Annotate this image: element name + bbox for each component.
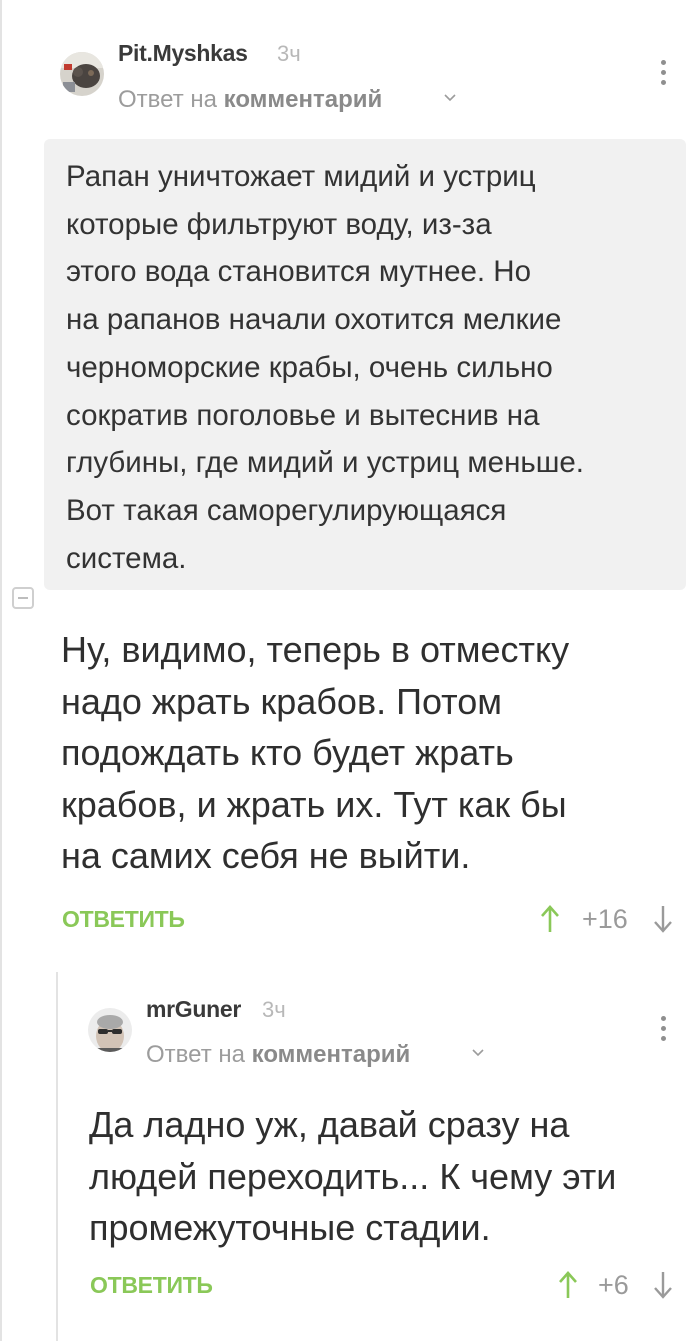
more-vertical-icon[interactable]	[658, 1014, 668, 1044]
comment-line: надо жрать крабов. Потом	[61, 680, 503, 722]
quote-line: система.	[66, 541, 187, 575]
avatar[interactable]	[60, 52, 104, 96]
comment-line: людей переходить... К чему эти	[89, 1155, 617, 1197]
arrow-up-icon[interactable]	[539, 904, 561, 934]
reply-to-link[interactable]: Ответ на комментарий	[146, 1041, 410, 1069]
quote-line: черноморские крабы, очень сильно	[66, 350, 553, 384]
quoted-comment: Рапан уничтожает мидий и устриц которые …	[44, 139, 686, 590]
reply-button[interactable]: ОТВЕТИТЬ	[62, 906, 185, 933]
comment-body: Ну, видимо, теперь в отместку надо жрать…	[61, 624, 569, 882]
quote-line: глубины, где мидий и устриц меньше.	[66, 446, 584, 480]
quote-line: сократив поголовье и вытеснив на	[66, 398, 540, 432]
reply-button[interactable]: ОТВЕТИТЬ	[90, 1272, 213, 1299]
author-name[interactable]: Pit.Myshkas	[118, 40, 248, 67]
comment-time: 3ч	[262, 997, 286, 1022]
author-name[interactable]: mrGuner	[146, 996, 241, 1023]
collapse-thread-button[interactable]	[12, 587, 34, 609]
avatar[interactable]	[88, 1008, 132, 1052]
reply-to-link[interactable]: Ответ на комментарий	[118, 86, 382, 114]
thread-line-nested	[56, 972, 58, 1341]
reply-to-prefix: Ответ на	[118, 86, 217, 113]
comment-line: Ну, видимо, теперь в отместку	[61, 629, 570, 670]
arrow-up-icon[interactable]	[557, 1270, 579, 1300]
more-vertical-icon[interactable]	[658, 58, 668, 88]
comment-line: на самих себя не выйти.	[61, 835, 471, 876]
reply-to-prefix: Ответ на	[146, 1041, 245, 1068]
comment-line: подождать кто будет жрать	[61, 732, 514, 773]
quote-line: на рапанов начали охотится мелкие	[66, 303, 562, 337]
quote-line: которые фильтруют воду, из-за	[66, 207, 492, 241]
chevron-down-icon[interactable]	[443, 91, 457, 105]
comment-time: 3ч	[277, 41, 301, 66]
comment-line: Да ладно уж, давай сразу на	[89, 1104, 570, 1145]
reply-to-target: комментарий	[251, 1041, 411, 1068]
comment-body: Да ладно уж, давай сразу на людей перехо…	[89, 1099, 616, 1254]
quote-line: Рапан уничтожает мидий и устриц	[66, 160, 536, 193]
arrow-down-icon[interactable]	[652, 1270, 674, 1300]
quote-line: этого вода становится мутнее. Но	[66, 255, 531, 289]
comment-line: крабов, и жрать их. Тут как бы	[61, 783, 567, 825]
quote-line: Вот такая саморегулирующаяся	[66, 493, 507, 527]
vote-score: +6	[598, 1270, 629, 1300]
chevron-down-icon[interactable]	[471, 1046, 485, 1060]
thread-line-main	[0, 0, 2, 1341]
vote-score: +16	[582, 904, 628, 934]
comment-line: промежуточные стадии.	[89, 1207, 491, 1248]
reply-to-target: комментарий	[223, 86, 383, 113]
arrow-down-icon[interactable]	[652, 904, 674, 934]
